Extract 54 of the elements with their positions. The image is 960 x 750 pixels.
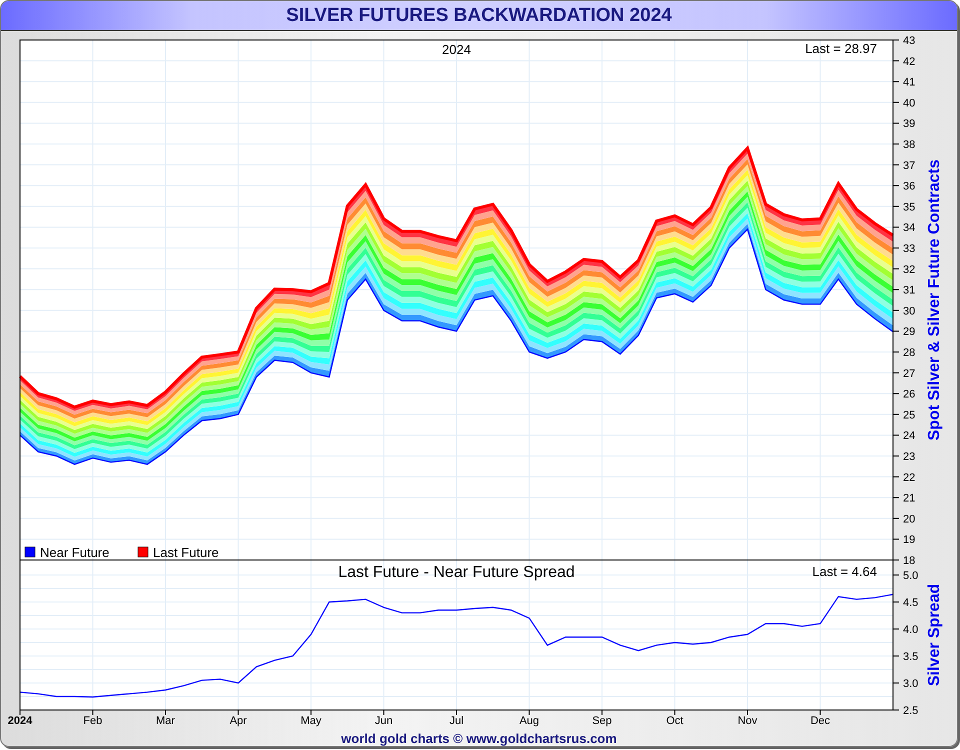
axis-tick-label: 2024 xyxy=(8,715,32,727)
axis-tick-label: 34 xyxy=(903,222,916,234)
legend-label: Last Future xyxy=(153,545,219,560)
axis-tick-label: Jul xyxy=(449,715,464,727)
axis-tick-label: 27 xyxy=(903,368,916,380)
axis-tick-label: 39 xyxy=(903,118,916,130)
axis-tick-label: 40 xyxy=(903,97,916,110)
axis-tick-label: 25 xyxy=(903,409,916,422)
legend-label: Near Future xyxy=(40,545,110,560)
axis-tick-label: 31 xyxy=(903,284,916,297)
axis-tick-label: 3.0 xyxy=(903,678,918,690)
axis-tick-label: 22 xyxy=(903,472,916,484)
axis-tick-label: 35 xyxy=(903,201,916,214)
axis-tick-label: 32 xyxy=(903,264,916,276)
axis-tick-label: 3.5 xyxy=(903,651,918,663)
axis-tick-label: 38 xyxy=(903,139,916,151)
axis-tick-label: 4.5 xyxy=(903,597,918,609)
axis-tick-label: 33 xyxy=(903,243,916,255)
axis-tick-label: Feb xyxy=(83,715,102,727)
axis-tick-label: 19 xyxy=(903,534,916,546)
axis-tick-label: 24 xyxy=(903,430,916,442)
axis-tick-label: 4.0 xyxy=(903,624,918,636)
axis-tick-label: 30 xyxy=(903,305,916,318)
last-value-label: Last = 4.64 xyxy=(812,564,877,579)
axis-title: Spot Silver & Silver Future Contracts xyxy=(926,160,943,440)
axis-title: Silver Spread xyxy=(926,584,943,686)
axis-tick-label: Dec xyxy=(810,715,830,727)
chart-title: Last Future - Near Future Spread xyxy=(338,564,575,581)
axis-tick-label: 29 xyxy=(903,326,916,338)
axis-tick-label: 5.0 xyxy=(903,570,918,582)
axis-tick-label: May xyxy=(300,715,322,727)
axis-tick-label: 28 xyxy=(903,347,916,359)
axis-tick-label: 43 xyxy=(903,35,916,47)
axis-tick-label: 42 xyxy=(903,56,916,68)
axis-tick-label: 2.5 xyxy=(903,705,918,717)
last-value-label: Last = 28.97 xyxy=(805,41,877,56)
axis-tick-label: 41 xyxy=(903,76,916,89)
axis-tick-label: Mar xyxy=(156,715,175,727)
chart-title: 2024 xyxy=(442,42,471,57)
axis-tick-label: Aug xyxy=(519,715,540,727)
axis-tick-label: Sep xyxy=(592,715,612,727)
axis-tick-label: Oct xyxy=(666,715,684,727)
axis-tick-label: 18 xyxy=(903,555,916,567)
axis-tick-label: 36 xyxy=(903,180,916,193)
copyright-footer: world gold charts © www.goldchartsrus.com xyxy=(341,732,617,746)
axis-tick-label: 37 xyxy=(903,160,916,172)
axis-tick-label: Apr xyxy=(230,715,247,727)
axis-tick-label: 20 xyxy=(903,513,916,526)
axis-tick-label: 26 xyxy=(903,388,916,401)
axis-tick-label: 21 xyxy=(903,492,916,505)
axis-tick-label: Nov xyxy=(738,715,758,727)
axis-tick-label: Jun xyxy=(374,715,393,727)
axis-tick-label: 23 xyxy=(903,451,916,463)
chart-title-bar: SILVER FUTURES BACKWARDATION 2024 xyxy=(1,1,957,31)
